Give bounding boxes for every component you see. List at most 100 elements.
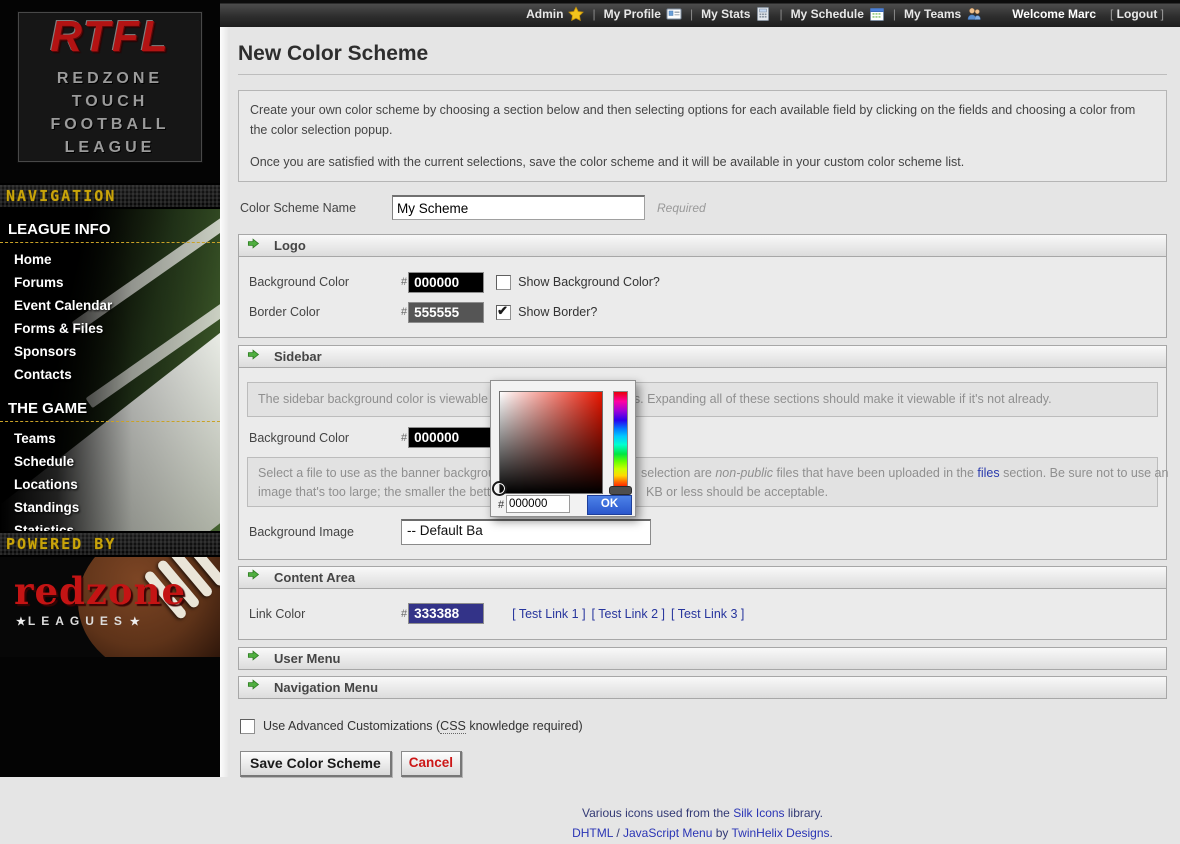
green-arrow-icon — [247, 237, 260, 255]
menu-my-stats-label: My Stats — [701, 7, 750, 21]
intro-note: Create your own color scheme by choosing… — [238, 90, 1167, 182]
sidebar-bg-color-swatch[interactable]: 000000 — [408, 427, 499, 448]
hue-strip[interactable] — [613, 391, 628, 487]
section-content-area-header[interactable]: Content Area — [238, 566, 1167, 589]
test-link-2[interactable]: [ Test Link 2 ] — [592, 607, 665, 621]
logo-background-color-row: Background Color # 000000 ✔ Show Backgro… — [249, 271, 1158, 293]
cancel-button[interactable]: Cancel — [401, 751, 462, 777]
advanced-customizations-checkbox[interactable]: ✔ — [240, 719, 255, 734]
menu-my-stats[interactable]: My Stats — [701, 6, 771, 22]
hex-color-input[interactable] — [506, 495, 570, 513]
sidebar-item-contacts[interactable]: Contacts — [0, 363, 220, 386]
ok-button[interactable]: OK — [587, 495, 632, 515]
javascript-menu-link[interactable]: JavaScript Menu — [623, 826, 712, 840]
banner-image-note: Select a file to use as the banner backg… — [247, 457, 1158, 507]
sidebar-item-schedule[interactable]: Schedule — [0, 450, 220, 473]
required-hint: Required — [657, 201, 706, 215]
leagues-wordmark: ★LEAGUES★ — [14, 614, 186, 628]
show-background-color-checkbox[interactable]: ✔ — [496, 275, 511, 290]
sidebar-item-standings[interactable]: Standings — [0, 496, 220, 519]
league-logo-line: LEAGUE — [65, 136, 156, 159]
show-border-label: Show Border? — [518, 305, 597, 319]
content-left-gutter — [220, 27, 229, 777]
sidebar: RTFL REDZONE TOUCH FOOTBALL LEAGUE NAVIG… — [0, 0, 220, 777]
section-logo-header[interactable]: Logo — [238, 234, 1167, 257]
sidebar-item-sponsors[interactable]: Sponsors — [0, 340, 220, 363]
menu-my-schedule[interactable]: My Schedule — [791, 6, 885, 22]
league-logo: RTFL REDZONE TOUCH FOOTBALL LEAGUE — [18, 12, 202, 162]
background-image-row: Background Image -- Default Ba — [249, 519, 1158, 545]
welcome-user-label: Welcome Marc — [1012, 7, 1096, 21]
star-icon — [568, 6, 584, 22]
sidebar-item-teams[interactable]: Teams — [0, 427, 220, 450]
css-abbr: CSS — [440, 719, 466, 734]
nav-section-the-game: THE GAME — [0, 398, 220, 422]
silk-icons-link[interactable]: Silk Icons — [733, 806, 784, 820]
sidebar-item-forms-files[interactable]: Forms & Files — [0, 317, 220, 340]
files-link[interactable]: files — [977, 466, 999, 480]
star-glyph: ★ — [130, 616, 140, 628]
link-color-label: Link Color — [249, 607, 401, 621]
sidebar-item-forums[interactable]: Forums — [0, 271, 220, 294]
scheme-name-input[interactable] — [392, 195, 645, 220]
menu-separator: | — [779, 7, 782, 21]
sidebar-item-locations[interactable]: Locations — [0, 473, 220, 496]
hash-prefix: # — [401, 306, 407, 318]
color-selection-cursor[interactable] — [492, 481, 507, 496]
menu-admin[interactable]: Admin — [526, 6, 584, 22]
sidebar-nav: LEAGUE INFO Home Forums Event Calendar F… — [0, 209, 220, 531]
menu-admin-label: Admin — [526, 7, 563, 21]
hue-slider-handle[interactable] — [609, 486, 632, 495]
logo-border-color-swatch[interactable]: 555555 — [408, 302, 484, 323]
sidebar-background-color-row: Background Color # 000000 — [249, 427, 1158, 449]
logout-button[interactable]: [ Logout ] — [1110, 7, 1164, 21]
logout-bracket: [ — [1110, 7, 1117, 21]
hash-prefix: # — [401, 432, 407, 444]
advanced-customizations-label: Use Advanced Customizations (CSS knowled… — [263, 719, 583, 733]
sidebar-item-statistics[interactable]: Statistics — [0, 519, 220, 531]
saturation-value-gradient[interactable] — [499, 391, 603, 494]
menu-separator: | — [893, 7, 896, 21]
section-sidebar-title: Sidebar — [274, 349, 322, 364]
menu-my-profile[interactable]: My Profile — [604, 6, 682, 22]
banner-note-fragment: Select a file to use as the banner backg… — [258, 466, 509, 480]
logo-bg-color-swatch[interactable]: 000000 — [408, 272, 484, 293]
dhtml-link[interactable]: DHTML — [572, 826, 613, 840]
color-picker-popup: # OK — [490, 380, 636, 517]
intro-paragraph-2: Once you are satisfied with the current … — [250, 152, 1155, 172]
banner-note-fragment: image that's too large; the smaller the … — [258, 485, 502, 499]
sidebar-item-event-calendar[interactable]: Event Calendar — [0, 294, 220, 317]
star-glyph: ★ — [16, 616, 26, 628]
league-logo-line: FOOTBALL — [50, 113, 169, 136]
section-logo-title: Logo — [274, 238, 306, 253]
section-sidebar-body: The sidebar background color is viewable… — [238, 368, 1167, 560]
twinhelix-link[interactable]: TwinHelix Designs — [732, 826, 830, 840]
test-link-1[interactable]: [ Test Link 1 ] — [512, 607, 585, 621]
green-arrow-icon — [247, 649, 260, 667]
powered-by-banner: POWERED BY — [0, 531, 220, 557]
title-divider — [238, 74, 1167, 75]
green-arrow-icon — [247, 678, 260, 696]
powered-by-label: POWERED BY — [6, 535, 116, 553]
menu-my-teams[interactable]: My Teams — [904, 6, 982, 22]
section-content-area: Content Area Link Color # 333388 [ Test … — [238, 566, 1167, 640]
banner-note-fragment: selection are non-public files that have… — [641, 466, 1168, 480]
save-color-scheme-button[interactable]: Save Color Scheme — [240, 751, 392, 777]
vcard-icon — [666, 6, 682, 22]
page-footer: Various icons used from the Silk Icons l… — [238, 803, 1167, 844]
redzone-wordmark: redzone — [14, 573, 186, 610]
test-link-3[interactable]: [ Test Link 3 ] — [671, 607, 744, 621]
section-user-menu-header[interactable]: User Menu — [238, 647, 1167, 670]
show-border-checkbox[interactable]: ✔ — [496, 305, 511, 320]
calculator-icon — [755, 6, 771, 22]
sidebar-item-home[interactable]: Home — [0, 248, 220, 271]
background-image-select[interactable]: -- Default Ba — [401, 519, 651, 545]
section-navigation-menu-header[interactable]: Navigation Menu — [238, 676, 1167, 699]
navigation-banner: NAVIGATION — [0, 183, 220, 209]
menu-my-schedule-label: My Schedule — [791, 7, 864, 21]
redzone-leagues-logo[interactable]: redzone ★LEAGUES★ — [0, 557, 220, 657]
hash-prefix: # — [401, 608, 407, 620]
sidebar-bg-note: The sidebar background color is viewable… — [247, 382, 1158, 417]
section-sidebar-header[interactable]: Sidebar — [238, 345, 1167, 368]
link-color-swatch[interactable]: 333388 — [408, 603, 484, 624]
